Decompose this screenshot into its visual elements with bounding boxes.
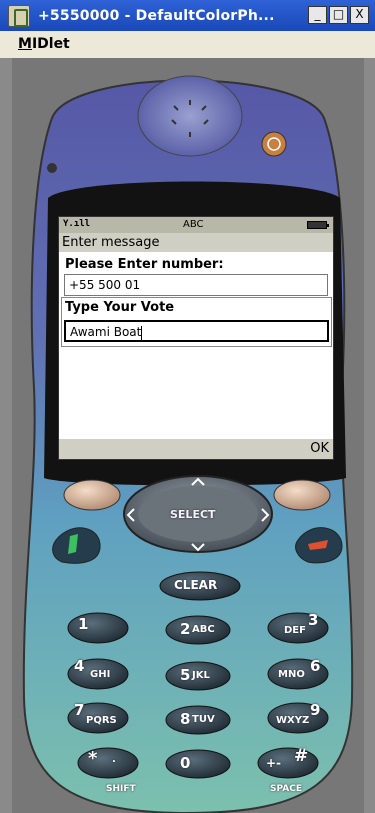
menu-midlet-mnemonic: M (18, 36, 32, 52)
key-3[interactable]: DEF 3 (268, 611, 328, 643)
key-5-number: 5 (180, 666, 191, 684)
battery-icon (307, 221, 329, 229)
key-4[interactable]: 4 GHI (68, 657, 128, 689)
shift-label: SHIFT (106, 784, 136, 794)
key-1[interactable]: 1 (68, 613, 128, 643)
key-7-letters: PQRS (86, 715, 117, 726)
key-4-letters: GHI (90, 669, 111, 680)
key-hash-letters: +- (266, 756, 282, 770)
maximize-button[interactable]: □ (329, 6, 348, 24)
key-3-number: 3 (308, 611, 319, 629)
key-star-letters: . (112, 754, 116, 765)
key-2[interactable]: 2 ABC (166, 616, 230, 644)
input-mode-indicator: ABC (183, 219, 204, 230)
key-7[interactable]: 7 PQRS (68, 701, 128, 733)
menu-bar: MIDlet (0, 31, 375, 58)
minimize-button[interactable]: _ (308, 6, 327, 24)
key-3-letters: DEF (284, 625, 306, 636)
vote-label: Type Your Vote (65, 300, 175, 315)
close-button[interactable]: X (350, 6, 369, 24)
number-input[interactable]: +55 500 01 (64, 274, 328, 296)
key-2-letters: ABC (192, 624, 215, 635)
vote-input[interactable]: Awami Boat (64, 320, 329, 342)
phone-emulator: Y.ıll ABC Enter message Please Enter num… (12, 58, 364, 813)
app-icon (8, 4, 30, 27)
key-0[interactable]: 0 (166, 750, 230, 778)
key-5[interactable]: 5 JKL (166, 662, 230, 690)
end-call-button[interactable] (294, 524, 344, 566)
right-soft-key[interactable] (274, 480, 330, 510)
key-6-letters: MNO (278, 669, 305, 680)
number-label: Please Enter number: (65, 257, 224, 272)
clear-key[interactable]: CLEAR (160, 572, 240, 600)
key-5-letters: JKL (192, 670, 210, 681)
key-6[interactable]: MNO 6 (268, 657, 328, 689)
clear-label: CLEAR (174, 578, 218, 592)
menu-midlet[interactable]: MIDlet (18, 36, 70, 52)
phone-screen: Y.ıll ABC Enter message Please Enter num… (58, 216, 334, 460)
vote-group: Type Your Vote Awami Boat (61, 297, 332, 347)
key-2-number: 2 (180, 620, 191, 638)
window-title: +5550000 - DefaultColorPh... (38, 7, 275, 24)
status-bar: Y.ıll ABC (59, 217, 333, 233)
key-9-letters: WXYZ (276, 715, 310, 726)
signal-icon: Y.ıll (63, 219, 91, 229)
key-8-letters: TUV (192, 714, 215, 725)
ok-softkey[interactable]: OK (310, 441, 329, 456)
key-8[interactable]: 8 TUV (166, 706, 230, 734)
key-8-number: 8 (180, 710, 191, 728)
key-9-number: 9 (310, 701, 321, 719)
key-4-number: 4 (74, 657, 85, 675)
window-controls: _ □ X (308, 6, 369, 24)
text-cursor (141, 325, 143, 340)
key-star[interactable]: * . (78, 748, 138, 778)
key-1-number: 1 (78, 615, 89, 633)
vote-input-value: Awami Boat (70, 325, 142, 339)
space-label: SPACE (270, 784, 302, 794)
key-7-number: 7 (74, 701, 85, 719)
menu-midlet-label: IDlet (31, 36, 70, 52)
screen-header: Enter message (59, 233, 333, 252)
select-label: SELECT (170, 508, 216, 521)
key-0-number: 0 (180, 754, 191, 772)
key-star-symbol: * (88, 748, 98, 769)
softkey-bar: OK (59, 439, 333, 459)
key-6-number: 6 (310, 657, 321, 675)
left-soft-key[interactable] (64, 480, 120, 510)
key-hash-symbol: # (294, 746, 309, 766)
call-button[interactable] (52, 524, 102, 566)
key-hash[interactable]: +- # (258, 746, 318, 778)
key-9[interactable]: WXYZ 9 (268, 701, 328, 733)
navigation-pad[interactable]: SELECT (128, 478, 268, 552)
window-titlebar: +5550000 - DefaultColorPh... _ □ X (0, 0, 375, 31)
